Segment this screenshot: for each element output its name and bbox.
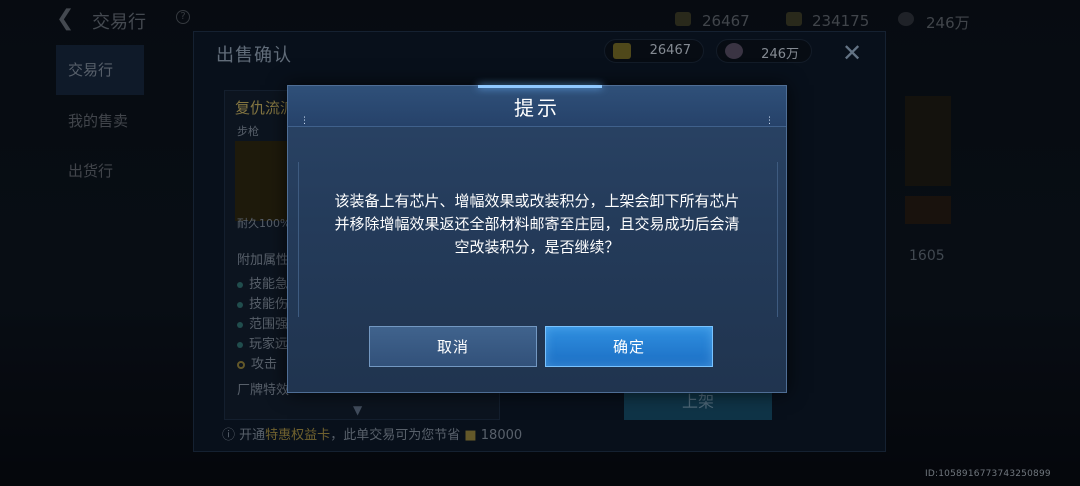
corner-decoration: ⋮ (765, 116, 774, 126)
prompt-dialog: 提示 ⋮ ⋮ 该装备上有芯片、增幅效果或改装积分，上架会卸下所有芯片 并移除增幅… (287, 85, 787, 393)
title-glow (478, 85, 602, 88)
cancel-button[interactable]: 取消 (369, 326, 537, 367)
dialog-title: 提示 (514, 96, 560, 120)
confirm-button[interactable]: 确定 (545, 326, 713, 367)
dialog-message: 该装备上有芯片、增幅效果或改装积分，上架会卸下所有芯片 并移除增幅效果返还全部材… (334, 192, 740, 256)
corner-decoration: ⋮ (300, 116, 309, 126)
